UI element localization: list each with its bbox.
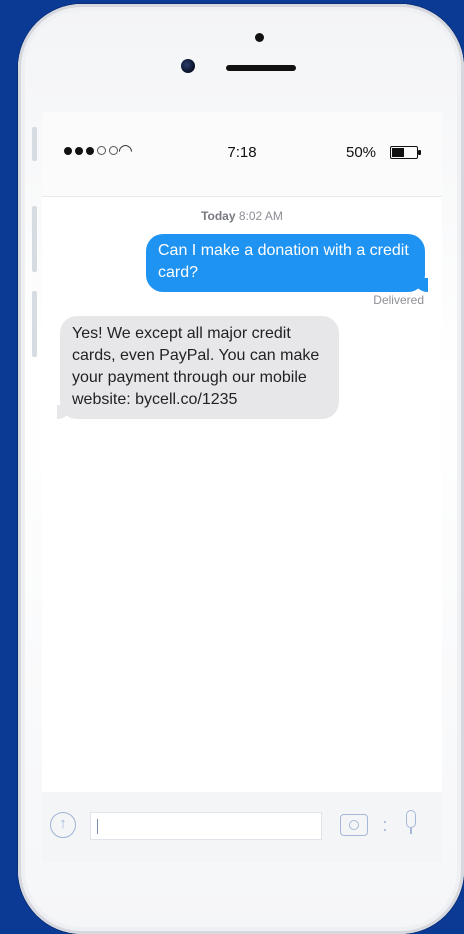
status-bar: ◠ 7:18 50% bbox=[42, 112, 442, 197]
clock: 7:18 bbox=[227, 144, 257, 161]
messages-screen: ◠ 7:18 50% Today 8:02 AM Can I make a do… bbox=[42, 112, 442, 792]
message-composer: ↑ · · bbox=[42, 792, 442, 862]
microphone-stand bbox=[410, 828, 412, 834]
battery-icon bbox=[390, 146, 421, 159]
battery-percentage: 50% bbox=[346, 144, 377, 161]
incoming-message[interactable]: Yes! We except all major credit cards, e… bbox=[57, 316, 339, 419]
earpiece-speaker bbox=[226, 65, 296, 71]
more-icon[interactable]: · · bbox=[382, 812, 388, 838]
volume-up-button bbox=[32, 206, 37, 272]
timestamp-day: Today bbox=[201, 209, 236, 223]
delivered-status: Delivered bbox=[373, 293, 424, 307]
mute-switch bbox=[32, 127, 37, 161]
timestamp-time: 8:02 AM bbox=[238, 209, 283, 223]
text-caret bbox=[97, 819, 98, 834]
outgoing-message[interactable]: Can I make a donation with a credit card… bbox=[146, 234, 428, 292]
microphone-icon[interactable] bbox=[406, 810, 416, 828]
message-input[interactable] bbox=[90, 812, 322, 840]
proximity-sensor bbox=[255, 33, 264, 42]
conversation-timestamp: Today 8:02 AM bbox=[42, 209, 442, 223]
volume-down-button bbox=[32, 291, 37, 357]
front-camera bbox=[181, 59, 195, 73]
up-arrow-icon[interactable]: ↑ bbox=[50, 812, 76, 838]
camera-icon[interactable] bbox=[340, 814, 368, 836]
